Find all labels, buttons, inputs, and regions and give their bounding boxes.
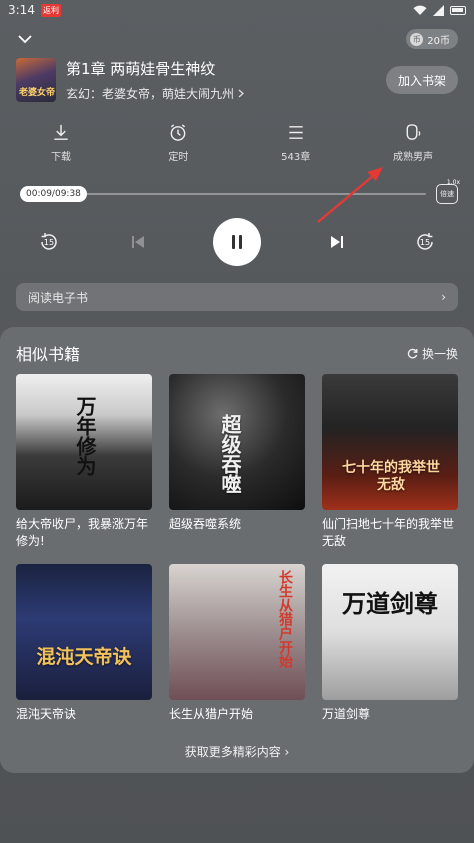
book-card-cover-text: 长生从猎户开始 <box>277 570 293 668</box>
rewind-seconds: 15 <box>43 237 55 247</box>
speed-value: 1.0x <box>446 179 460 186</box>
book-card-cover: 混沌天帝诀 <box>16 564 152 700</box>
book-info: 老婆女帝 第1章 两萌娃骨生神纹 玄幻：老婆女帝，萌娃大闹九州 加入书架 <box>16 57 458 103</box>
skip-previous-icon <box>131 236 144 248</box>
forward-seconds: 15 <box>419 237 431 247</box>
book-card-cover: 万道剑尊 <box>322 564 458 700</box>
next-chapter-button[interactable] <box>324 229 350 255</box>
voice-icon <box>406 124 421 140</box>
book-card[interactable]: 七十年的我举世无敌 仙门扫地七十年的我举世无敌 <box>322 374 458 552</box>
book-card-cover: 长生从猎户开始 <box>169 564 305 700</box>
book-card-cover: 超级吞噬 <box>169 374 305 510</box>
book-card-cover-text: 混沌天帝诀 <box>36 646 132 668</box>
timer-label: 定时 <box>168 152 189 163</box>
coin-icon: 币 <box>410 32 424 46</box>
coin-amount: 20币 <box>427 35 450 47</box>
book-title-link[interactable]: 玄幻：老婆女帝，萌娃大闹九州 <box>66 85 245 102</box>
player-topbar: 币 20币 <box>16 26 458 52</box>
voice-label: 成熟男声 <box>392 152 433 163</box>
read-ebook-label: 阅读电子书 <box>28 290 89 305</box>
chapter-count-label: 543章 <box>281 152 311 163</box>
book-card[interactable]: 混沌天帝诀 混沌天帝诀 <box>16 564 152 742</box>
signal-icon <box>433 4 444 16</box>
wifi-icon <box>413 5 427 15</box>
forward-15-button[interactable]: 15 <box>412 229 438 255</box>
book-card-title: 超级吞噬系统 <box>169 517 242 531</box>
collapse-button[interactable] <box>16 30 34 48</box>
battery-icon <box>450 5 466 15</box>
download-label: 下载 <box>51 152 71 163</box>
pause-button[interactable] <box>213 218 261 266</box>
book-card[interactable]: 万年修为 给大帝收尸，我暴涨万年修为! <box>16 374 152 552</box>
book-card-cover: 七十年的我举世无敌 <box>322 374 458 510</box>
progress-section: 00:09/09:38 倍速 1.0x <box>16 179 460 204</box>
skip-next-icon <box>330 236 343 248</box>
book-cover[interactable]: 老婆女帝 <box>16 58 56 102</box>
chapter-title: 第1章 两萌娃骨生神纹 <box>66 60 216 78</box>
playback-controls: 15 15 <box>36 216 438 268</box>
action-row: 下载 定时 543章 成熟男声 <box>16 123 458 163</box>
status-bar: 3:14 返利 <box>0 0 474 20</box>
chevron-right-icon: › <box>441 290 446 304</box>
voice-button[interactable]: 成熟男声 <box>368 123 458 163</box>
refresh-button[interactable]: 换一换 <box>407 345 458 362</box>
book-card-title: 混沌天帝诀 <box>16 707 77 721</box>
more-content-link[interactable]: 获取更多精彩内容 › <box>0 743 474 760</box>
book-card[interactable]: 超级吞噬 超级吞噬系统 <box>169 374 305 552</box>
similar-books-panel: 相似书籍 换一换 万年修为 给大帝收尸，我暴涨万年修为! 超级吞噬 超级吞噬系统… <box>0 327 474 773</box>
download-button[interactable]: 下载 <box>16 123 106 163</box>
coin-balance[interactable]: 币 20币 <box>406 29 458 49</box>
book-card-title: 万道剑尊 <box>322 707 371 721</box>
timer-button[interactable]: 定时 <box>133 123 223 163</box>
read-ebook-bar[interactable]: 阅读电子书 › <box>16 283 458 311</box>
book-card-cover-text: 七十年的我举世无敌 <box>342 460 440 493</box>
timer-icon <box>170 124 186 141</box>
book-card-title: 仙门扫地七十年的我举世无敌 <box>322 517 455 548</box>
rewind-15-button[interactable]: 15 <box>36 229 62 255</box>
similar-books-grid: 万年修为 给大帝收尸，我暴涨万年修为! 超级吞噬 超级吞噬系统 七十年的我举世无… <box>16 374 458 742</box>
chapter-list-button[interactable]: 543章 <box>251 123 341 163</box>
book-cover-text: 老婆女帝 <box>19 88 56 98</box>
book-title: 玄幻：老婆女帝，萌娃大闹九州 <box>66 87 235 101</box>
play-time: 00:09/09:38 <box>26 189 81 199</box>
progress-thumb[interactable]: 00:09/09:38 <box>20 186 87 202</box>
app-badge: 返利 <box>40 3 61 17</box>
book-card-title: 长生从猎户开始 <box>169 707 254 721</box>
download-icon <box>54 124 68 140</box>
refresh-icon <box>407 348 418 358</box>
similar-books-header: 相似书籍 换一换 <box>16 341 458 365</box>
book-card-title: 给大帝收尸，我暴涨万年修为! <box>16 517 149 548</box>
chevron-down-icon <box>18 34 32 43</box>
previous-chapter-button[interactable] <box>125 229 151 255</box>
book-text: 第1章 两萌娃骨生神纹 玄幻：老婆女帝，萌娃大闹九州 <box>66 58 245 102</box>
status-time: 3:14 <box>8 3 35 17</box>
similar-books-title: 相似书籍 <box>16 345 81 364</box>
status-icons <box>413 4 466 16</box>
book-card-cover-text: 万道剑尊 <box>342 590 438 618</box>
chapter-list-icon <box>287 126 303 139</box>
pause-icon <box>232 235 242 249</box>
refresh-label: 换一换 <box>421 346 458 361</box>
speed-label: 倍速 <box>440 190 454 198</box>
book-card[interactable]: 万道剑尊 万道剑尊 <box>322 564 458 742</box>
book-card-cover-text: 万年修为 <box>73 396 97 476</box>
book-card-cover: 万年修为 <box>16 374 152 510</box>
book-card[interactable]: 长生从猎户开始 长生从猎户开始 <box>169 564 305 742</box>
speed-button[interactable]: 倍速 1.0x <box>436 179 460 204</box>
book-card-cover-text: 超级吞噬 <box>218 414 242 494</box>
chevron-right-icon <box>238 89 245 98</box>
add-to-shelf-button[interactable]: 加入书架 <box>385 66 458 94</box>
